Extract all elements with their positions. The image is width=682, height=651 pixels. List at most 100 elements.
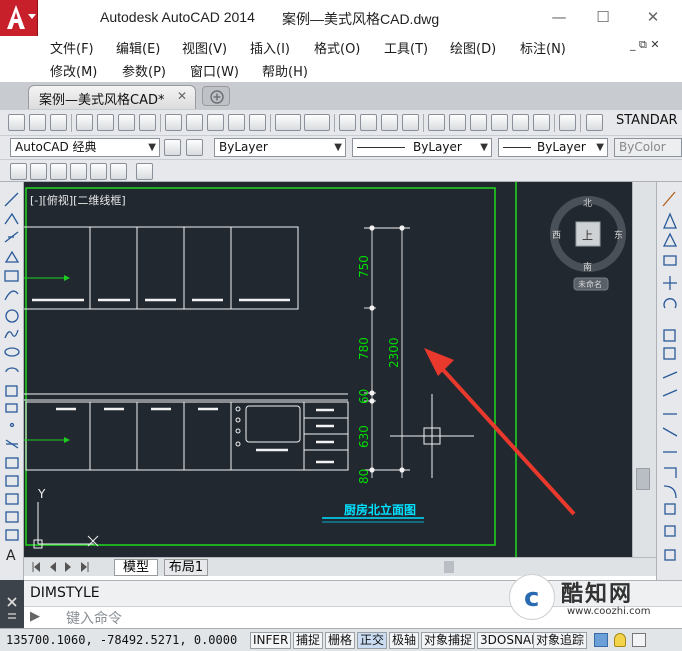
cut-icon[interactable]	[165, 114, 182, 131]
shaded-style-icon[interactable]	[110, 163, 127, 180]
toggle-snap[interactable]: 捕捉	[293, 632, 324, 649]
zoom-window-icon[interactable]	[381, 114, 398, 131]
tab-model[interactable]: 模型	[114, 559, 158, 576]
new-tab-button[interactable]	[202, 86, 230, 106]
markup-icon[interactable]	[512, 114, 529, 131]
toggle-grid[interactable]: 栅格	[325, 632, 356, 649]
menu-draw[interactable]: 绘图(D)	[450, 38, 496, 57]
toggle-infer[interactable]: INFER	[250, 632, 292, 649]
chevron-down-icon: ▼	[334, 142, 342, 153]
help-icon[interactable]	[559, 114, 576, 131]
next-layout-icon[interactable]	[62, 561, 75, 573]
2d-wireframe-icon[interactable]	[10, 163, 27, 180]
menu-help[interactable]: 帮助(H)	[262, 61, 308, 80]
calculator-icon[interactable]	[533, 114, 550, 131]
new-file-icon[interactable]	[8, 114, 25, 131]
conceptual-style-icon[interactable]	[90, 163, 107, 180]
lineweight-select[interactable]: ByLayer ▼	[498, 138, 608, 157]
toolbar-separator	[270, 114, 271, 132]
workspace-settings-icon[interactable]	[164, 139, 181, 156]
linetype-select[interactable]: ByLayer ▼	[352, 138, 492, 157]
menu-format[interactable]: 格式(O)	[314, 38, 360, 57]
workspace-select[interactable]: AutoCAD 经典 ▼	[10, 138, 160, 157]
close-button[interactable]: ✕	[640, 6, 666, 28]
dim-630: 630	[357, 425, 371, 448]
minimize-button[interactable]: —	[546, 6, 572, 28]
maximize-button[interactable]: ☐	[590, 6, 616, 28]
plotstyle-select[interactable]: ByColor	[614, 138, 682, 157]
plot-icon[interactable]	[76, 114, 93, 131]
hidden-style-icon[interactable]	[50, 163, 67, 180]
command-line-handle[interactable]	[0, 580, 24, 628]
drawing-canvas[interactable]: 750 780 60 630 80 2300 厨房北立面图 上 北 南 东 西 …	[24, 182, 632, 557]
zoom-previous-icon[interactable]	[402, 114, 419, 131]
workspace-switch-icon[interactable]	[594, 633, 608, 647]
open-folder-icon[interactable]	[29, 114, 46, 131]
command-placeholder: 键入命令	[66, 611, 122, 627]
modify-tools-strip	[662, 191, 678, 561]
save-icon[interactable]	[50, 114, 67, 131]
status-bar: 135700.1060, -78492.5271, 0.0000 INFER 捕…	[0, 628, 682, 651]
last-layout-icon[interactable]	[78, 561, 91, 573]
first-layout-icon[interactable]	[30, 561, 43, 573]
toggle-3dosnap[interactable]: 3DOSNAP	[477, 632, 542, 649]
close-icon[interactable]	[0, 580, 24, 628]
undo-icon[interactable]	[275, 114, 301, 131]
vertical-scrollbar[interactable]	[632, 182, 656, 557]
menu-insert[interactable]: 插入(I)	[250, 38, 290, 57]
menu-modify[interactable]: 修改(M)	[50, 61, 97, 80]
copy-icon[interactable]	[186, 114, 203, 131]
pan-icon[interactable]	[339, 114, 356, 131]
properties-icon[interactable]	[428, 114, 445, 131]
lightbulb-icon[interactable]	[614, 633, 626, 647]
paste-icon[interactable]	[207, 114, 224, 131]
publish-icon[interactable]	[118, 114, 135, 131]
horizontal-scroll-thumb[interactable]	[444, 561, 454, 573]
menu-file[interactable]: 文件(F)	[50, 38, 94, 57]
menu-parameters[interactable]: 参数(P)	[122, 61, 166, 80]
sheet-set-icon[interactable]	[491, 114, 508, 131]
viewcube-west: 西	[552, 230, 561, 241]
coordinate-readout[interactable]: 135700.1060, -78492.5271, 0.0000	[6, 633, 237, 647]
toggle-ortho[interactable]: 正交	[357, 632, 388, 649]
tool-palettes-icon[interactable]	[470, 114, 487, 131]
menu-window[interactable]: 窗口(W)	[190, 61, 239, 80]
redo-icon[interactable]	[304, 114, 330, 131]
document-tab[interactable]: 案例—美式风格CAD* ✕	[28, 85, 196, 109]
command-prompt-icon[interactable]: ▶	[30, 609, 40, 624]
menu-view[interactable]: 视图(V)	[182, 38, 227, 57]
gear-icon[interactable]	[186, 139, 203, 156]
realistic-style-icon[interactable]	[70, 163, 87, 180]
menu-dimension[interactable]: 标注(N)	[520, 38, 566, 57]
viewcube-north: 北	[583, 198, 592, 209]
zoom-realtime-icon[interactable]	[360, 114, 377, 131]
tab-layout1[interactable]: 布局1	[164, 559, 208, 576]
toggle-osnap[interactable]: 对象捕捉	[421, 632, 476, 649]
application-menu-button[interactable]	[0, 0, 38, 36]
toolbar-separator	[423, 114, 424, 132]
text-style-combo[interactable]: STANDAR	[616, 113, 678, 128]
3d-wireframe-icon[interactable]	[30, 163, 47, 180]
mdi-window-controls[interactable]: _ ⧉ ✕	[630, 38, 660, 52]
viewport-controls-label[interactable]: [-][俯视][二维线框]	[30, 192, 126, 208]
plot-preview-icon[interactable]	[97, 114, 114, 131]
text-style-icon[interactable]	[586, 114, 603, 131]
toggle-otrack[interactable]: 对象追踪	[533, 632, 588, 649]
clean-screen-icon[interactable]	[632, 633, 646, 647]
menu-tools[interactable]: 工具(T)	[384, 38, 428, 57]
toggle-polar[interactable]: 极轴	[389, 632, 420, 649]
3d-print-icon[interactable]	[139, 114, 156, 131]
design-center-icon[interactable]	[449, 114, 466, 131]
lineweight-preview	[503, 147, 531, 148]
lineweight-value: ByLayer	[537, 140, 586, 154]
color-select[interactable]: ByLayer ▼	[214, 138, 346, 157]
visual-style-manager-icon[interactable]	[136, 163, 153, 180]
command-history-text: DIMSTYLE	[30, 585, 100, 601]
vertical-scroll-thumb[interactable]	[636, 468, 650, 490]
close-icon[interactable]: ✕	[177, 89, 187, 103]
match-properties-icon[interactable]	[228, 114, 245, 131]
prev-layout-icon[interactable]	[46, 561, 59, 573]
chevron-down-icon: ▼	[148, 142, 156, 153]
block-editor-icon[interactable]	[249, 114, 266, 131]
menu-edit[interactable]: 编辑(E)	[116, 38, 160, 57]
